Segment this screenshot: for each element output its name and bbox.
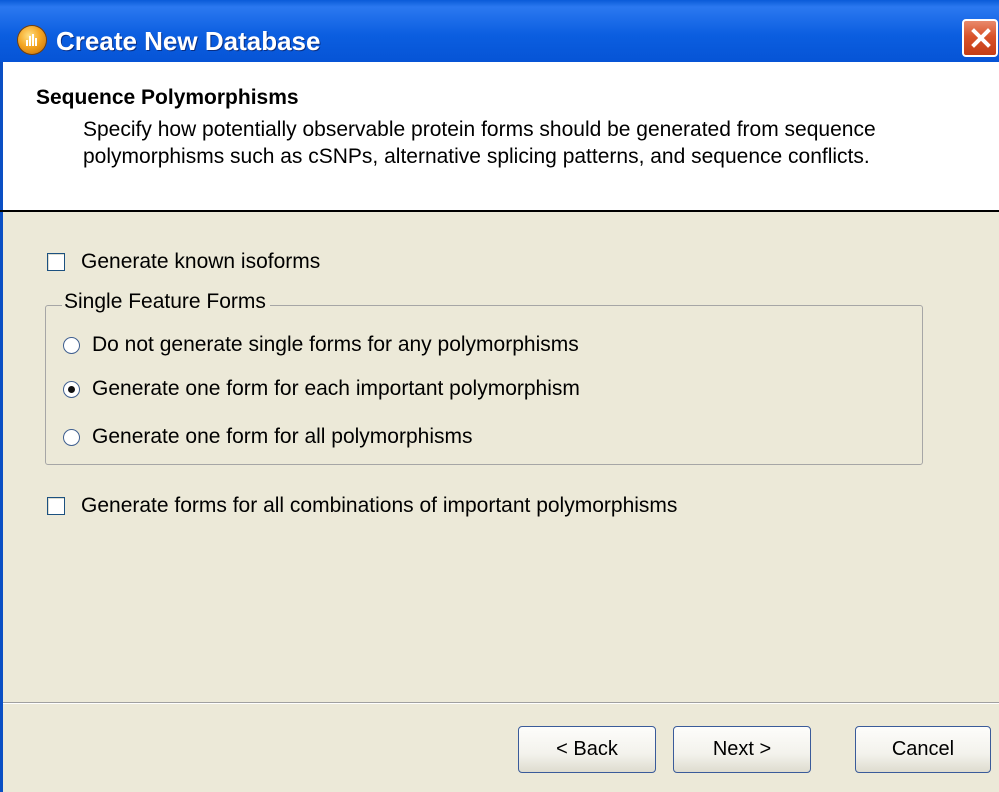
wizard-header: Sequence Polymorphisms Specify how poten… xyxy=(0,62,999,210)
radio-no-single-forms[interactable]: Do not generate single forms for any pol… xyxy=(63,333,579,357)
single-feature-forms-legend: Single Feature Forms xyxy=(62,290,270,314)
known-isoforms-label: Generate known isoforms xyxy=(81,250,321,273)
radio-button-selected[interactable] xyxy=(63,380,80,398)
radio-one-form-each-important-label: Generate one form for each important pol… xyxy=(92,377,580,400)
radio-one-form-all-label: Generate one form for all polymorphisms xyxy=(92,425,473,448)
window-title: Create New Database xyxy=(56,26,321,56)
app-logo-icon xyxy=(18,26,46,54)
next-button[interactable]: Next > xyxy=(673,726,811,773)
radio-one-form-all[interactable]: Generate one form for all polymorphisms xyxy=(63,425,473,449)
close-button[interactable] xyxy=(962,19,998,57)
create-database-dialog: Create New Database Sequence Polymorphis… xyxy=(0,0,999,792)
radio-button[interactable] xyxy=(63,428,80,446)
close-icon xyxy=(971,28,991,48)
back-button[interactable]: < Back xyxy=(518,726,656,773)
combinations-checkbox[interactable]: Generate forms for all combinations of i… xyxy=(47,494,677,518)
page-description: Specify how potentially observable prote… xyxy=(83,118,876,168)
page-title: Sequence Polymorphisms xyxy=(36,86,299,109)
combinations-label: Generate forms for all combinations of i… xyxy=(81,494,678,517)
footer-divider xyxy=(3,702,999,704)
known-isoforms-checkbox[interactable]: Generate known isoforms xyxy=(47,250,320,274)
radio-one-form-each-important[interactable]: Generate one form for each important pol… xyxy=(63,377,580,401)
checkbox-box[interactable] xyxy=(47,253,65,271)
radio-no-single-forms-label: Do not generate single forms for any pol… xyxy=(92,333,579,356)
radio-button[interactable] xyxy=(63,336,80,354)
checkbox-box[interactable] xyxy=(47,497,65,515)
cancel-button[interactable]: Cancel xyxy=(855,726,991,773)
